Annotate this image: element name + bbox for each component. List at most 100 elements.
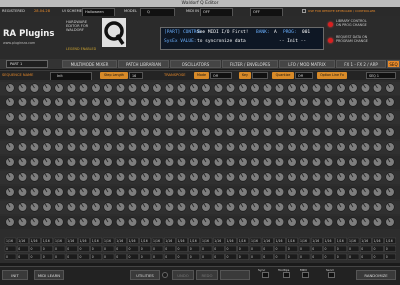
quantize-select[interactable]: Off [295, 72, 313, 79]
step-value-text: 1/16 [43, 239, 50, 243]
tab-filter-envelopes[interactable]: FILTER / ENVELOPES [222, 60, 278, 68]
step-grid-canvas: 1/16 1/16 1/16 1/16 1/16 1/16 1/16 1/16 1/16 1/16… [0, 82, 400, 260]
step-value-text: 0 [92, 255, 94, 259]
redo-button[interactable]: REDO [196, 270, 218, 280]
lcd-patch-name: -- Init -- [279, 39, 307, 44]
tab-patch-librarian[interactable]: PATCH LIBRARIAN [118, 60, 169, 68]
step-value-text: 1/16 [312, 239, 319, 243]
tab-seq[interactable]: SEQ [387, 60, 400, 68]
init-button[interactable]: INIT [2, 270, 28, 280]
registered-label: REGISTERED [2, 9, 25, 13]
step-value-text: 0 [43, 255, 45, 259]
step-value-text: 1/16 [325, 239, 332, 243]
step-value-text: 0 [190, 247, 192, 251]
remote-checkbox[interactable] [302, 9, 306, 13]
step-value-text: 0 [129, 247, 131, 251]
library-control-label: LIBRARY CONTROL ON PROG CHANGE [336, 19, 367, 27]
step-value-text: 0 [386, 247, 388, 251]
step-value-text: 1/16 [80, 239, 87, 243]
brand-logo: RA Plugins [3, 29, 55, 39]
step-value-text: 1/16 [153, 239, 160, 243]
library-led-indicator[interactable] [328, 22, 333, 27]
step-value-text: 0 [251, 247, 253, 251]
tab-oscillators[interactable]: OSCILLATORS [170, 60, 221, 68]
mode-select[interactable]: Off [210, 72, 232, 79]
step-value-text: 0 [288, 247, 290, 251]
ui-scheme-label: UI SCHEME [62, 9, 82, 13]
step-value-text: 1/16 [251, 239, 258, 243]
step-value-text: 0 [67, 255, 69, 259]
lcd-display: [PART] CONTROL: See MIDI I/O First! BANK… [160, 27, 324, 50]
step-value-text: 0 [31, 247, 33, 251]
step-value-text: 0 [178, 255, 180, 259]
step-value-text: 0 [263, 247, 265, 251]
quantize-label: Quantize [272, 72, 294, 79]
step-value-text: 0 [325, 255, 327, 259]
step-value-text: 0 [276, 255, 278, 259]
sync-switch[interactable] [262, 272, 269, 278]
undo-button[interactable]: UNDO [172, 270, 194, 280]
lcd-prog-value: 001 [302, 30, 311, 35]
utilities-button[interactable]: UTILITIES [130, 270, 160, 280]
step-value-text: 0 [153, 255, 155, 259]
step-value-text: 0 [386, 255, 388, 259]
step-length-select[interactable]: 16 [129, 72, 143, 79]
sync-to-edit-button[interactable] [220, 270, 250, 280]
step-value-text: 1/16 [386, 239, 393, 243]
step-value-text: 0 [276, 247, 278, 251]
step-value-text: 0 [104, 247, 106, 251]
step-value-text: 1/16 [165, 239, 172, 243]
step-value-text: 0 [374, 255, 376, 259]
step-value-text: 1/16 [276, 239, 283, 243]
randomize-button[interactable]: RANDOMIZE [356, 270, 396, 280]
step-value-text: 1/16 [104, 239, 111, 243]
tooltips-switch[interactable] [283, 272, 290, 278]
step-value-text: 1/16 [202, 239, 209, 243]
request-led-indicator[interactable] [328, 38, 333, 43]
step-value-text: 0 [165, 247, 167, 251]
tab-fx-arp[interactable]: FX 1 - FX 2 / ARP [336, 60, 386, 68]
tab-lfo-mod-matrix[interactable]: LFO / MOD MATRIX [279, 60, 335, 68]
lcd-sync-message: to syncronize data [197, 39, 246, 44]
step-value-text: 0 [288, 255, 290, 259]
step-value-text: 1/16 [18, 239, 25, 243]
step-value-text: 0 [141, 255, 143, 259]
step-value-text: 0 [251, 255, 253, 259]
step-value-text: 1/16 [190, 239, 197, 243]
part-select[interactable]: PART 1 [6, 60, 48, 68]
step-value-text: 0 [300, 247, 302, 251]
tab-multimode-mixer[interactable]: MULTIMODE MIXER [62, 60, 117, 68]
sequence-select[interactable]: SEQ 1 [366, 72, 396, 79]
step-value-text: 0 [104, 255, 106, 259]
step-value-text: 1/16 [55, 239, 62, 243]
step-value-text: 0 [31, 255, 33, 259]
step-value-text: 1/16 [31, 239, 38, 243]
step-value-text: 0 [55, 247, 57, 251]
step-value-text: 0 [116, 255, 118, 259]
lcd-bank-value: A [274, 30, 277, 35]
step-value-text: 0 [18, 247, 20, 251]
step-value-text: 0 [202, 247, 204, 251]
bottom-bar: INIT MIDI LEARN UTILITIES UNDO REDO Sync… [0, 266, 400, 285]
step-value-text: 1/16 [349, 239, 356, 243]
midi-thru-switch[interactable] [302, 272, 309, 278]
step-value-text: 1/16 [374, 239, 381, 243]
step-value-text: 1/16 [178, 239, 185, 243]
step-value-text: 1/16 [141, 239, 148, 243]
transpose-label: TRANSPOSE [164, 73, 186, 77]
lcd-send-message: See MIDI I/O First! [197, 30, 249, 35]
remote-keyboard-label: USE FOR REMOTE KEYBOARD / CONTROLLER [308, 9, 376, 13]
key-select[interactable] [252, 72, 268, 79]
step-value-text: 0 [325, 247, 327, 251]
step-value-text: 0 [361, 255, 363, 259]
step-value-text: 0 [153, 247, 155, 251]
legend-enabled-label: LEGEND ENABLED [66, 47, 97, 51]
step-value-text: 0 [300, 255, 302, 259]
midi-learn-button[interactable]: MIDI LEARN [34, 270, 64, 280]
step-value-text: 0 [227, 255, 229, 259]
send-on-change-switch[interactable] [328, 272, 335, 278]
request-data-label: REQUEST DATA ON PROGRAM CHANGE [336, 35, 368, 43]
step-value-text: 0 [6, 255, 8, 259]
step-value-text: 0 [374, 247, 376, 251]
step-value-text: 0 [214, 247, 216, 251]
